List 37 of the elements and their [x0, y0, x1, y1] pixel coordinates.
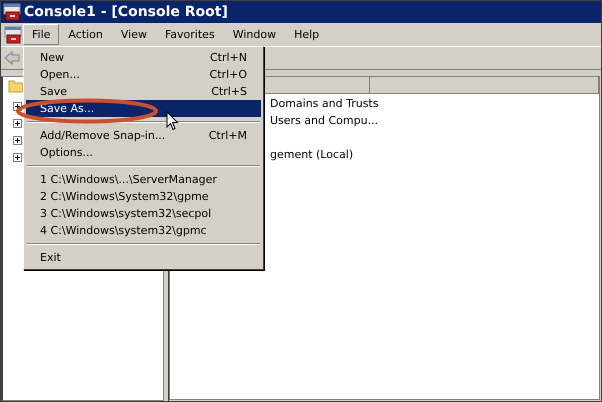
list-item[interactable]: Domains and Trusts	[270, 97, 378, 110]
folder-icon	[8, 79, 24, 93]
shortcut-label: Ctrl+O	[210, 68, 247, 81]
list-item[interactable]: Users and Compu...	[270, 114, 378, 127]
back-arrow-icon[interactable]	[4, 51, 20, 65]
menu-item[interactable]: Help	[285, 24, 328, 45]
menu-item[interactable]: Open... Ctrl+O	[26, 66, 261, 83]
menu-item[interactable]: Exit	[26, 249, 261, 266]
menu-label: Open...	[40, 68, 80, 81]
menu-label: Save	[40, 85, 68, 98]
shortcut-label: Ctrl+N	[210, 51, 247, 64]
menu-item[interactable]: 4 C:\Windows\system32\gpmc	[26, 222, 261, 239]
expand-icon[interactable]	[13, 119, 22, 128]
menu-label: Add/Remove Snap-in...	[40, 129, 166, 142]
menu-item[interactable]: Save Ctrl+S	[26, 83, 261, 100]
expand-icon[interactable]	[13, 153, 22, 162]
console-app-icon	[3, 3, 21, 21]
menu-item[interactable]: View	[112, 24, 156, 45]
console-app-icon[interactable]	[4, 26, 22, 44]
menu-item[interactable]: Options...	[26, 144, 261, 161]
menu-item[interactable]: 1 C:\Windows\...\ServerManager	[26, 171, 261, 188]
menu-item[interactable]: Window	[224, 24, 286, 45]
menu-label: New	[40, 51, 64, 64]
shortcut-label: Ctrl+M	[208, 129, 247, 142]
menu-item[interactable]: 2 C:\Windows\System32\gpme	[26, 188, 261, 205]
menu-item[interactable]: Favorites	[156, 24, 224, 45]
menu-item[interactable]: New Ctrl+N	[26, 49, 261, 66]
window-title: Console1 - [Console Root]	[24, 4, 228, 20]
menu-item[interactable]: Add/Remove Snap-in... Ctrl+M	[26, 127, 261, 144]
list-item[interactable]: gement (Local)	[270, 148, 354, 161]
column-header[interactable]	[370, 77, 599, 94]
menu-item[interactable]: 3 C:\Windows\system32\secpol	[26, 205, 261, 222]
mouse-pointer-icon	[166, 111, 179, 131]
menu-item[interactable]: Action	[59, 24, 112, 45]
shortcut-label: Ctrl+S	[211, 85, 247, 98]
expand-icon[interactable]	[13, 136, 22, 145]
menu-item[interactable]: File	[23, 24, 60, 45]
